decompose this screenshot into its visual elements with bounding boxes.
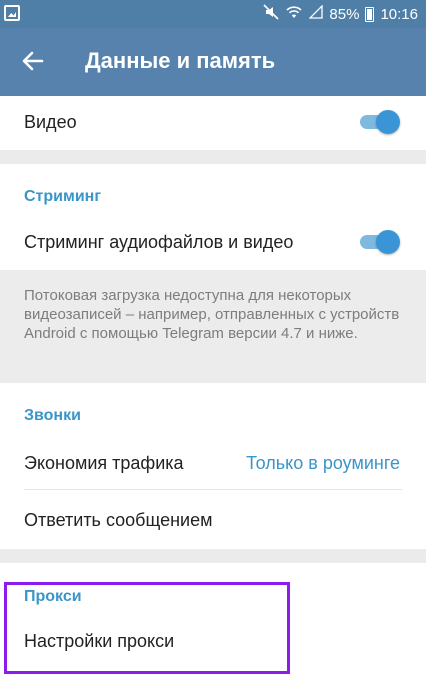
- signal-icon: [308, 4, 324, 23]
- video-section: Видео: [0, 96, 426, 150]
- wifi-icon: [285, 4, 303, 24]
- toggle-thumb: [376, 230, 400, 254]
- clock: 10:16: [380, 5, 418, 23]
- reply-with-message-row[interactable]: Ответить сообщением: [0, 490, 426, 549]
- streaming-info-text: Потоковая загрузка недоступна для некото…: [0, 270, 426, 383]
- highlight-box: [4, 582, 290, 674]
- battery-percent: 85%: [329, 5, 360, 23]
- video-toggle[interactable]: [358, 110, 400, 134]
- page-title: Данные и память: [85, 48, 276, 73]
- arrow-left-icon[interactable]: [18, 46, 48, 76]
- video-row[interactable]: Видео: [0, 96, 426, 150]
- status-bar: 85% 10:16: [0, 0, 426, 28]
- streaming-toggle[interactable]: [358, 230, 400, 254]
- streaming-row[interactable]: Стриминг аудиофайлов и видео: [0, 220, 426, 270]
- streaming-label: Стриминг аудиофайлов и видео: [24, 232, 294, 252]
- mute-icon: [263, 4, 279, 24]
- streaming-header: Стриминг: [24, 188, 101, 205]
- streaming-section: Стриминг Стриминг аудиофайлов и видео: [0, 164, 426, 270]
- app-bar: Данные и память: [0, 28, 426, 96]
- traffic-economy-row[interactable]: Экономия трафика Только в роуминге: [0, 435, 426, 489]
- calls-header: Звонки: [24, 407, 81, 424]
- status-icons: 85% 10:16: [263, 4, 418, 24]
- battery-icon: [365, 6, 375, 22]
- traffic-economy-label: Экономия трафика: [24, 453, 184, 473]
- video-label: Видео: [24, 112, 77, 132]
- reply-with-message-label: Ответить сообщением: [24, 510, 213, 530]
- calls-section: Звонки Экономия трафика Только в роуминг…: [0, 383, 426, 549]
- notification-image-icon: [4, 5, 20, 21]
- traffic-economy-value: Только в роуминге: [246, 453, 400, 473]
- toggle-thumb: [376, 110, 400, 134]
